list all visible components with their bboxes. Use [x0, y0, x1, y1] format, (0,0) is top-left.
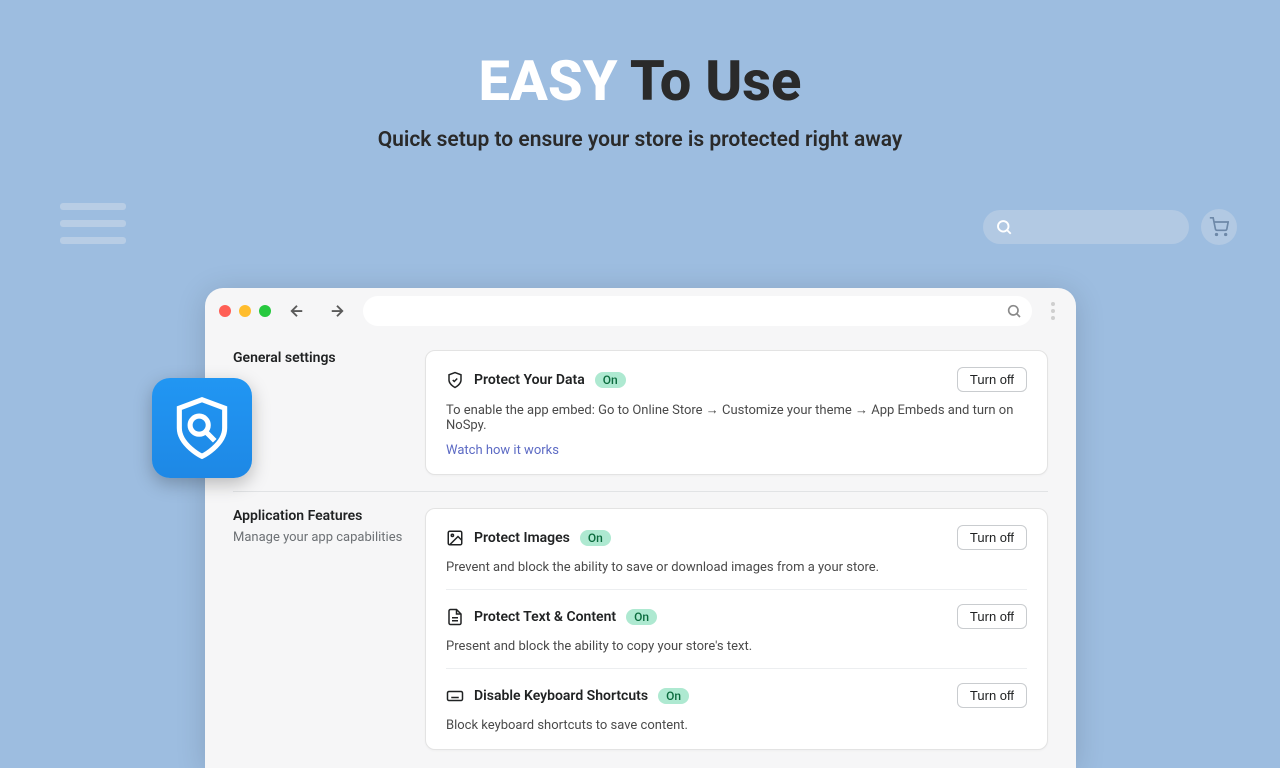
- keyboard-icon: [446, 687, 464, 705]
- status-badge: On: [580, 530, 611, 546]
- general-settings-heading: General settings: [233, 350, 405, 366]
- protect-data-card: Protect Your Data On Turn off To enable …: [425, 350, 1048, 475]
- hero-subtitle: Quick setup to ensure your store is prot…: [0, 128, 1280, 152]
- window-controls[interactable]: [219, 305, 271, 317]
- feature-title: Protect Text & Content: [474, 609, 616, 625]
- feature-title: Disable Keyboard Shortcuts: [474, 688, 648, 704]
- minimize-dot[interactable]: [239, 305, 251, 317]
- hero-title-easy: EASY: [479, 48, 618, 114]
- hero-title-rest: To Use: [618, 48, 802, 114]
- back-button[interactable]: [283, 297, 311, 325]
- cart-icon: [1209, 217, 1229, 237]
- feature-description: Prevent and block the ability to save or…: [446, 560, 1027, 575]
- feature-description: Block keyboard shortcuts to save content…: [446, 718, 1027, 733]
- search-icon: [1006, 303, 1022, 319]
- turn-off-button[interactable]: Turn off: [957, 367, 1027, 392]
- cart-button[interactable]: [1201, 209, 1237, 245]
- feature-protect-images: Protect Images On Turn off Prevent and b…: [446, 525, 1027, 590]
- features-card: Protect Images On Turn off Prevent and b…: [425, 508, 1048, 750]
- turn-off-button[interactable]: Turn off: [957, 604, 1027, 629]
- browser-chrome: [205, 288, 1076, 334]
- browser-window: General settings Protect Your Data On Tu…: [205, 288, 1076, 768]
- shield-magnify-icon: [168, 394, 236, 462]
- shield-check-icon: [446, 371, 464, 389]
- arrow-left-icon: [288, 302, 306, 320]
- forward-button[interactable]: [323, 297, 351, 325]
- maximize-dot[interactable]: [259, 305, 271, 317]
- feature-protect-text: Protect Text & Content On Turn off Prese…: [446, 590, 1027, 669]
- site-search[interactable]: [983, 210, 1189, 244]
- protect-data-description: To enable the app embed: Go to Online St…: [446, 402, 1027, 433]
- turn-off-button[interactable]: Turn off: [957, 525, 1027, 550]
- image-icon: [446, 529, 464, 547]
- status-badge: On: [626, 609, 657, 625]
- feature-disable-shortcuts: Disable Keyboard Shortcuts On Turn off B…: [446, 669, 1027, 733]
- feature-title: Protect Images: [474, 530, 570, 546]
- app-logo: [152, 378, 252, 478]
- browser-menu-icon[interactable]: [1044, 302, 1062, 320]
- application-features-sub: Manage your app capabilities: [233, 530, 405, 545]
- close-dot[interactable]: [219, 305, 231, 317]
- protect-data-title: Protect Your Data: [474, 372, 585, 388]
- search-icon: [995, 218, 1013, 236]
- application-features-heading: Application Features: [233, 508, 405, 524]
- arrow-right-icon: [328, 302, 346, 320]
- hamburger-menu-icon[interactable]: [60, 203, 126, 244]
- feature-description: Present and block the ability to copy yo…: [446, 639, 1027, 654]
- hero-title: EASY To Use: [0, 48, 1280, 114]
- file-text-icon: [446, 608, 464, 626]
- url-bar[interactable]: [363, 296, 1032, 326]
- watch-how-link[interactable]: Watch how it works: [446, 443, 559, 458]
- status-badge: On: [595, 372, 626, 388]
- status-badge: On: [658, 688, 689, 704]
- turn-off-button[interactable]: Turn off: [957, 683, 1027, 708]
